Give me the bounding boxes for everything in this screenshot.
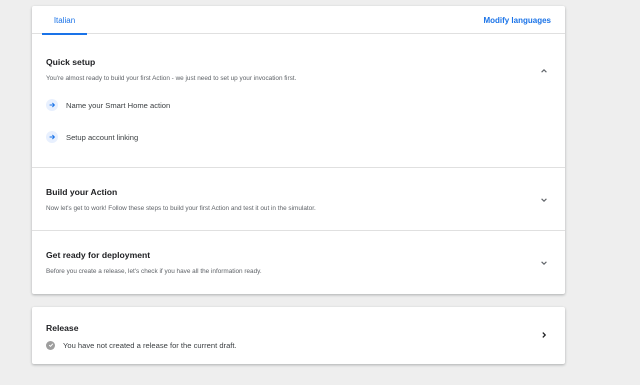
chevron-up-icon[interactable]: [539, 66, 549, 76]
chevron-down-icon[interactable]: [539, 195, 549, 205]
release-status-text: You have not created a release for the c…: [63, 340, 237, 350]
tab-italian-label: Italian: [53, 15, 76, 25]
tab-italian[interactable]: Italian: [42, 6, 87, 35]
quick-setup-section[interactable]: Quick setup You're almost ready to build…: [32, 34, 565, 168]
release-status: You have not created a release for the c…: [46, 339, 237, 351]
build-action-title: Build your Action: [46, 187, 118, 197]
modify-languages-link[interactable]: Modify languages: [483, 6, 551, 34]
chevron-down-icon[interactable]: [539, 258, 549, 268]
quick-setup-title: Quick setup: [46, 57, 96, 67]
chevron-right-icon[interactable]: [539, 330, 549, 340]
step-setup-account-linking[interactable]: Setup account linking: [46, 130, 138, 144]
deployment-section[interactable]: Get ready for deployment Before you crea…: [32, 231, 565, 294]
build-action-section[interactable]: Build your Action Now let's get to work!…: [32, 168, 565, 231]
release-title: Release: [46, 323, 79, 333]
quick-setup-description: You're almost ready to build your first …: [46, 75, 297, 82]
language-tab-bar: Italian Modify languages: [32, 6, 565, 35]
step-label: Setup account linking: [66, 132, 139, 142]
arrow-right-icon: [46, 99, 58, 111]
step-name-smart-home-action[interactable]: Name your Smart Home action: [46, 98, 170, 112]
build-action-description: Now let's get to work! Follow these step…: [46, 205, 316, 212]
setup-card: Italian Modify languages Quick setup You…: [32, 6, 565, 294]
deployment-title: Get ready for deployment: [46, 250, 151, 260]
release-card[interactable]: Release You have not created a release f…: [32, 307, 565, 364]
step-label: Name your Smart Home action: [66, 100, 171, 110]
check-circle-icon: [46, 340, 55, 350]
deployment-description: Before you create a release, let's check…: [46, 268, 262, 275]
arrow-right-icon: [46, 131, 58, 143]
